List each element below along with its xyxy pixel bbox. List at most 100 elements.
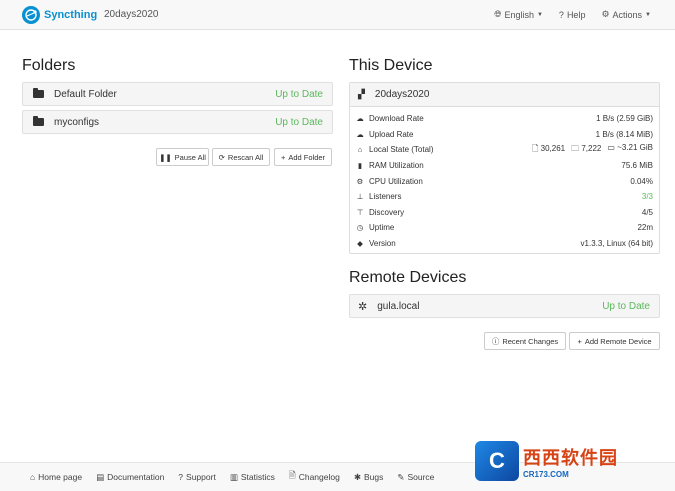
sitemap-icon: ⊥: [356, 192, 364, 202]
actions-label: Actions: [612, 9, 643, 20]
file-count-value: 30,261: [540, 143, 566, 153]
footer-bugs-link[interactable]: ✱ Bugs: [354, 472, 384, 483]
info-circle-icon: ⓘ: [491, 336, 500, 346]
listeners-value[interactable]: 3/3: [642, 192, 653, 201]
file-count: 🗋︎ 30,261: [532, 143, 565, 157]
footer-label: Documentation: [107, 472, 165, 482]
globe-icon: 🌐︎: [494, 9, 502, 19]
wrench-icon: ✎: [397, 471, 405, 482]
download-rate-row: ☁ Download Rate 1 B/s (2.59 GiB): [356, 111, 653, 127]
file-text-icon: 🗎︎: [288, 470, 296, 480]
bar-chart-icon: ▥: [229, 471, 238, 482]
folder-icon: [33, 116, 44, 126]
gear-icon: ⚙: [601, 9, 610, 19]
hdd-icon: ▭: [607, 142, 615, 152]
plus-icon: +: [280, 152, 286, 162]
row-label: Listeners: [369, 192, 402, 202]
local-state-row: ⌂ Local State (Total) 🗋︎ 30,261 🗀︎ 7,222 …: [356, 142, 653, 158]
version-row: ◆ Version v1.3.3, Linux (64 bit): [356, 236, 653, 252]
device-identicon-icon: ▞: [358, 89, 365, 99]
watermark-main-text: 西西软件园: [523, 447, 618, 468]
folder-row-default[interactable]: Default Folder Up to Date: [22, 82, 333, 106]
footer-label: Statistics: [240, 472, 275, 482]
add-folder-button[interactable]: + Add Folder: [274, 148, 332, 166]
language-label: English: [504, 9, 534, 20]
row-value: 1 B/s (8.14 MiB): [595, 129, 653, 139]
discovery-value[interactable]: 4/5: [642, 208, 653, 217]
watermark-sub-text: CR173.COM: [523, 469, 569, 479]
listeners-row: ⊥ Listeners 3/3: [356, 189, 653, 205]
remote-devices-heading: Remote Devices: [349, 269, 467, 286]
this-device-header[interactable]: ▞ 20days2020: [350, 83, 659, 107]
remote-device-row-gula[interactable]: ✲ gula.local Up to Date: [349, 294, 660, 318]
caret-down-icon: ▼: [536, 11, 543, 18]
home-icon: ⌂: [30, 472, 36, 482]
footer-home-page-link[interactable]: ⌂ Home page: [30, 472, 82, 482]
help-link[interactable]: ? Help: [559, 9, 586, 20]
rescan-all-label: Rescan All: [227, 152, 264, 162]
rescan-all-button[interactable]: ⟳ Rescan All: [212, 148, 270, 166]
footer-changelog-link[interactable]: 🗎︎ Changelog: [289, 470, 340, 484]
tag-icon: ◆: [357, 239, 363, 249]
row-value: 0.04%: [630, 176, 653, 186]
pause-all-label: Pause All: [174, 152, 206, 162]
row-label: CPU Utilization: [369, 176, 423, 186]
row-value: v1.3.3, Linux (64 bit): [580, 239, 653, 249]
this-device-panel: ▞ 20days2020 ☁ Download Rate 1 B/s (2.59 …: [349, 82, 660, 254]
footer-label: Support: [186, 472, 216, 482]
pause-all-button[interactable]: ❚❚ Pause All: [156, 148, 209, 166]
recent-changes-button[interactable]: ⓘ Recent Changes: [484, 332, 566, 350]
cloud-download-icon: ☁: [356, 114, 364, 124]
bug-icon: ✱: [353, 471, 361, 482]
navbar-device-name: 20days2020: [104, 9, 159, 20]
upload-rate-row: ☁ Upload Rate 1 B/s (8.14 MiB): [356, 127, 653, 143]
size-value: ~3.21 GiB: [617, 142, 653, 152]
row-label: Uptime: [369, 223, 395, 233]
watermark-logo-icon: C: [475, 441, 519, 481]
footer-support-link[interactable]: ? Support: [178, 472, 216, 482]
refresh-icon: ⟳: [218, 152, 225, 162]
footer-documentation-link[interactable]: ▤ Documentation: [96, 472, 164, 483]
footer-source-link[interactable]: ✎ Source: [397, 472, 434, 483]
row-value: 22m: [637, 223, 653, 233]
size-total: ▭ ~3.21 GiB: [607, 143, 653, 157]
memory-icon: ▮: [357, 161, 363, 171]
row-label: Discovery: [369, 207, 405, 217]
caret-down-icon: ▼: [645, 11, 651, 18]
brand-link[interactable]: Syncthing: [22, 6, 97, 24]
footer-label: Home page: [38, 472, 83, 482]
device-info-table: ☁ Download Rate 1 B/s (2.59 GiB) ☁ Upload …: [350, 107, 659, 251]
dir-count-value: 7,222: [581, 143, 602, 153]
top-navbar: Syncthing 20days2020 🌐︎ English ▼ ? Help…: [0, 0, 675, 30]
file-icon: 🗋︎: [531, 143, 539, 153]
footer-label: Bugs: [363, 472, 384, 482]
remote-device-status: Up to Date: [602, 300, 650, 312]
question-circle-icon: ?: [558, 9, 564, 20]
add-remote-device-label: Add Remote Device: [584, 336, 652, 346]
add-remote-device-button[interactable]: + Add Remote Device: [569, 332, 660, 350]
discovery-row: ⊤ Discovery 4/5: [356, 205, 653, 221]
folder-outline-icon: 🗀︎: [571, 143, 580, 153]
ram-row: ▮ RAM Utilization 75.6 MiB: [356, 158, 653, 174]
signpost-icon: ⊤: [356, 207, 364, 217]
cpu-icon: ⚙: [356, 176, 364, 186]
syncthing-logo-icon: [22, 6, 40, 24]
footer-label: Changelog: [298, 472, 340, 482]
folder-status: Up to Date: [275, 116, 323, 128]
row-label: Download Rate: [369, 114, 424, 124]
folders-heading: Folders: [22, 57, 76, 74]
folder-name: myconfigs: [54, 116, 100, 128]
add-folder-label: Add Folder: [288, 152, 326, 162]
folder-name: Default Folder: [54, 88, 117, 100]
language-menu[interactable]: 🌐︎ English ▼: [494, 9, 543, 20]
actions-menu[interactable]: ⚙ Actions ▼: [601, 9, 651, 20]
site-watermark: C 西西软件园 CR173.COM: [475, 440, 660, 482]
folder-row-myconfigs[interactable]: myconfigs Up to Date: [22, 110, 333, 134]
cloud-upload-icon: ☁: [356, 129, 364, 139]
row-value: 75.6 MiB: [621, 161, 653, 171]
uptime-row: ◷ Uptime 22m: [356, 220, 653, 236]
clock-icon: ◷: [356, 223, 364, 233]
footer-label: Source: [407, 472, 435, 482]
footer-statistics-link[interactable]: ▥ Statistics: [230, 472, 275, 483]
row-label: Local State (Total): [369, 145, 434, 155]
